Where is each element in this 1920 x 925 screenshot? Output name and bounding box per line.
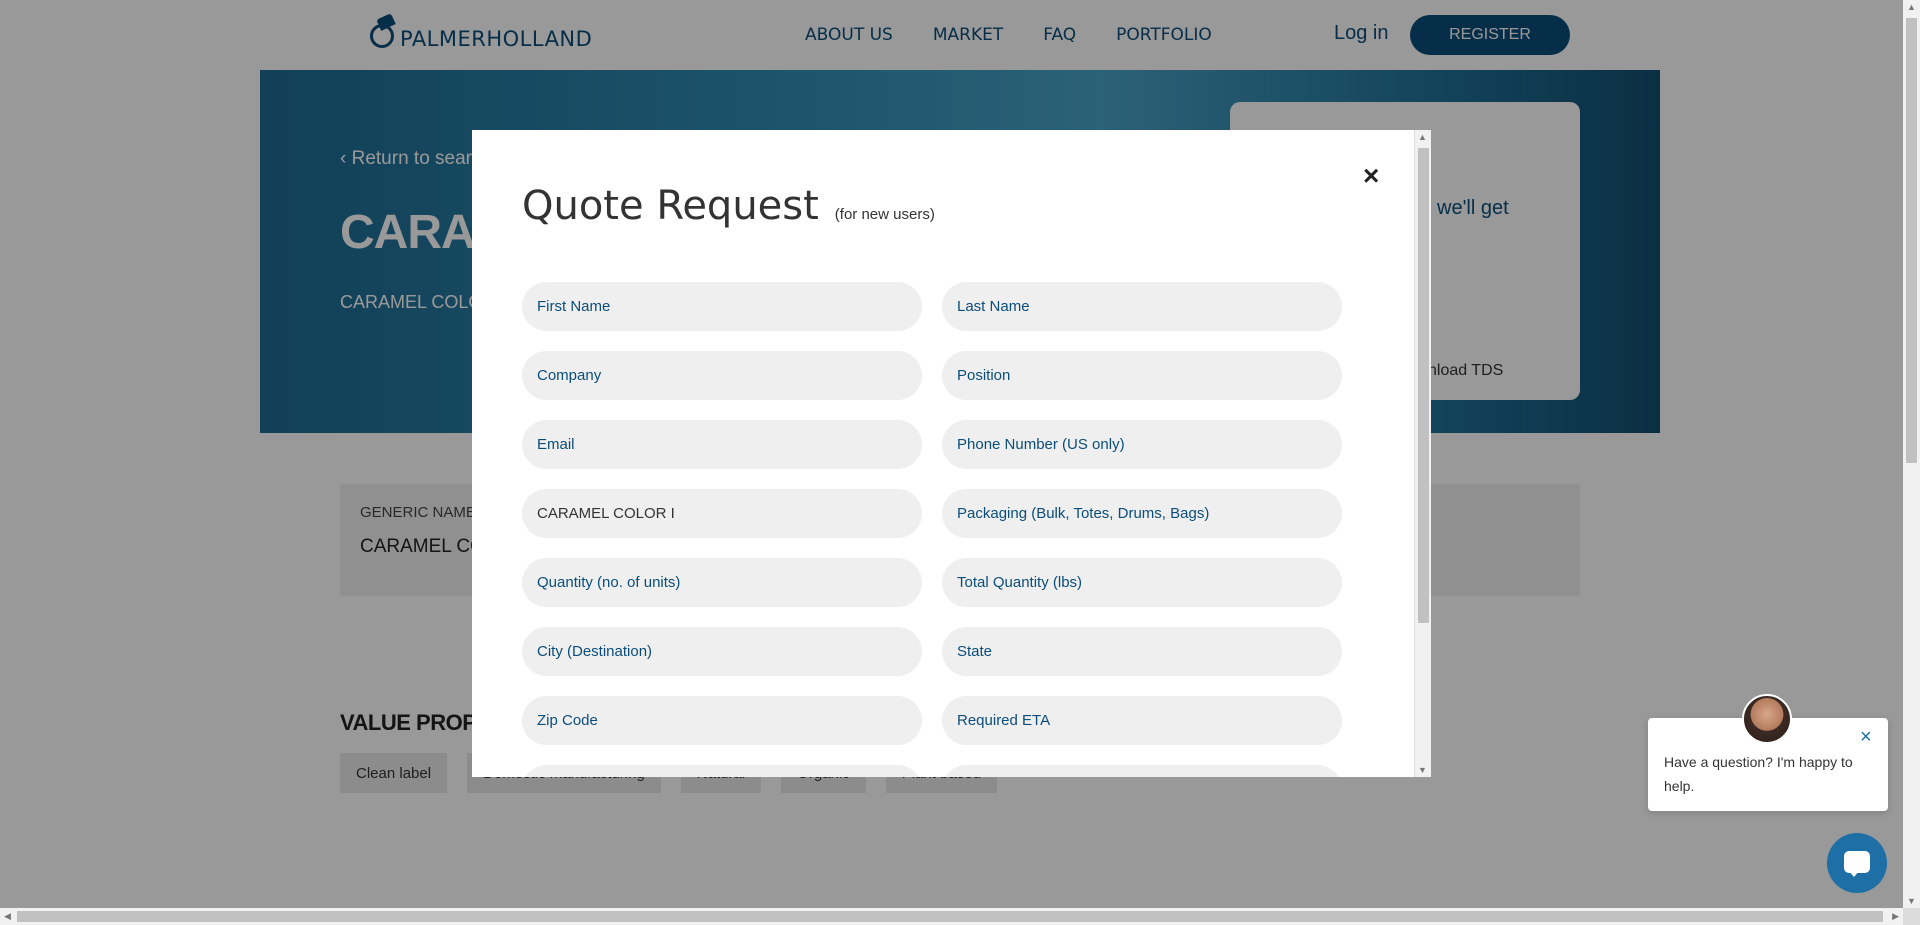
- scrollbar-corner: [1903, 908, 1920, 925]
- city-field[interactable]: City (Destination): [522, 627, 922, 676]
- required-eta-field[interactable]: Required ETA: [942, 696, 1342, 745]
- total-quantity-field[interactable]: Total Quantity (lbs): [942, 558, 1342, 607]
- page-vertical-scrollbar[interactable]: ▲ ▼: [1903, 0, 1920, 908]
- chat-launcher-button[interactable]: [1827, 833, 1887, 893]
- company-field[interactable]: Company: [522, 351, 922, 400]
- next-field-partial-right[interactable]: [942, 765, 1342, 777]
- modal-subtitle: (for new users): [834, 206, 935, 223]
- next-field-partial[interactable]: [522, 765, 922, 777]
- chat-agent-avatar: [1742, 694, 1792, 744]
- quote-request-modal: × Quote Request (for new users) First Na…: [472, 130, 1431, 777]
- modal-title: Quote Request (for new users): [522, 183, 935, 229]
- quote-form: First Name Last Name Company Position Em…: [522, 282, 1342, 777]
- position-field[interactable]: Position: [942, 351, 1342, 400]
- page-hscrollbar-thumb[interactable]: [17, 911, 1883, 922]
- zip-code-field[interactable]: Zip Code: [522, 696, 922, 745]
- page-scrollbar-thumb[interactable]: [1906, 18, 1917, 463]
- modal-scrollbar-thumb[interactable]: [1418, 148, 1429, 623]
- modal-heading: Quote Request: [522, 183, 819, 229]
- scroll-down-icon[interactable]: ▼: [1907, 896, 1916, 906]
- first-name-field[interactable]: First Name: [522, 282, 922, 331]
- close-icon[interactable]: ×: [1860, 726, 1872, 749]
- close-icon[interactable]: ×: [1363, 160, 1379, 192]
- chat-greeting-text: Have a question? I'm happy to help.: [1664, 754, 1853, 794]
- scroll-up-icon[interactable]: ▲: [1907, 2, 1916, 12]
- packaging-field[interactable]: Packaging (Bulk, Totes, Drums, Bags): [942, 489, 1342, 538]
- product-field[interactable]: CARAMEL COLOR I: [522, 489, 922, 538]
- page-horizontal-scrollbar[interactable]: ◀ ▶: [0, 908, 1903, 925]
- scroll-right-icon[interactable]: ▶: [1892, 911, 1899, 922]
- scroll-left-icon[interactable]: ◀: [4, 911, 11, 922]
- email-field[interactable]: Email: [522, 420, 922, 469]
- scroll-down-icon[interactable]: ▼: [1418, 765, 1427, 775]
- quantity-units-field[interactable]: Quantity (no. of units): [522, 558, 922, 607]
- modal-scrollbar[interactable]: ▲ ▼: [1414, 130, 1431, 777]
- last-name-field[interactable]: Last Name: [942, 282, 1342, 331]
- state-field[interactable]: State: [942, 627, 1342, 676]
- phone-field[interactable]: Phone Number (US only): [942, 420, 1342, 469]
- scroll-up-icon[interactable]: ▲: [1418, 132, 1427, 142]
- product-page: PALMERHOLLAND ABOUT US MARKET FAQ PORTFO…: [0, 0, 1903, 908]
